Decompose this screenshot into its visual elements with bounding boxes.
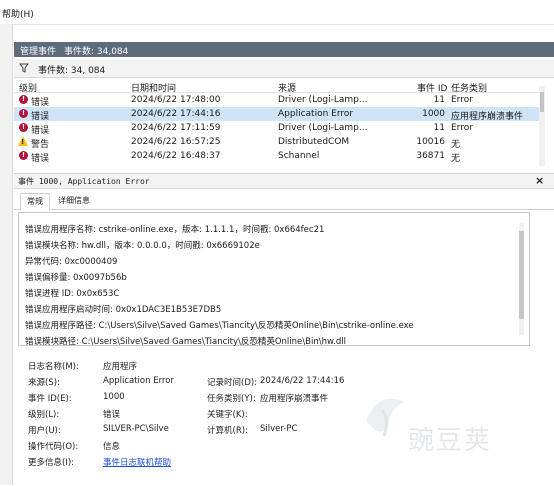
more-info-label: 更多信息(I): xyxy=(28,458,75,468)
table-row[interactable]: ! 警告 2024/6/22 16:57:25 DistributedCOM 10016… xyxy=(14,135,544,150)
detail-title-bar: 事件 1000, Application Error × xyxy=(14,174,554,189)
row-event-id: 36871 xyxy=(416,151,445,161)
online-help-link[interactable]: 事件日志联机帮助 xyxy=(103,456,171,468)
menu-bar: 帮助(H) xyxy=(0,0,554,25)
watermark-text: 豌豆荚 xyxy=(408,426,493,456)
error-icon: ! xyxy=(19,123,28,132)
table-row[interactable]: ! 错误 2024/6/22 17:48:00 Driver (Logi-Lamp..… xyxy=(14,93,544,108)
message-line: 错误应用程序启动时间: 0x0x1DAC3E1B53E7DB5 xyxy=(25,305,222,315)
error-icon: ! xyxy=(19,109,28,118)
scroll-thumb[interactable] xyxy=(540,92,544,112)
row-source: Schannel xyxy=(278,151,320,161)
level-value: 错误 xyxy=(103,410,121,420)
table-header: 级别 日期和时间 来源 事件 ID 任务类别 xyxy=(14,79,544,94)
filter-icon[interactable] xyxy=(19,63,29,73)
row-source: Application Error xyxy=(278,109,354,119)
message-scrollbar[interactable] xyxy=(519,223,524,335)
row-level: 错误 xyxy=(31,154,50,164)
row-task-category: Error xyxy=(451,123,473,133)
filter-count: 事件数: 34, 084 xyxy=(38,66,106,76)
row-datetime: 2024/6/22 17:11:59 xyxy=(131,123,221,133)
detail-title: 事件 1000, Application Error xyxy=(18,177,150,186)
row-event-id: 11 xyxy=(433,123,445,133)
opcode-value: 信息 xyxy=(103,442,121,452)
message-line: 错误模块名称: hw.dll，版本: 0.0.0.0，时间戳: 0x666910… xyxy=(25,241,260,251)
computer-value: Silver-PC xyxy=(260,424,298,434)
table-scrollbar[interactable] xyxy=(539,86,545,166)
user-label: 用户(U): xyxy=(28,426,61,436)
keywords-label: 关键字(K): xyxy=(207,410,248,420)
message-line: 错误应用程序名称: cstrike-online.exe，版本: 1.1.1.1… xyxy=(25,225,325,235)
event-id-value: 1000 xyxy=(103,392,125,402)
row-source: Driver (Logi-Lamp... xyxy=(278,95,368,105)
event-id-label: 事件 ID(E): xyxy=(28,394,72,404)
watermark-logo: 豌豆荚 xyxy=(360,380,550,460)
filter-bar: 事件数: 34, 084 xyxy=(14,59,554,78)
message-scroll-thumb[interactable] xyxy=(519,231,524,319)
task-category-value: 应用程序崩溃事件 xyxy=(260,394,329,404)
logged-value: 2024/6/22 17:44:16 xyxy=(260,376,345,386)
logged-label: 记录时间(D): xyxy=(207,378,258,388)
detail-tabs: 常规 详细信息 xyxy=(14,190,554,211)
message-line: 异常代码: 0xc0000409 xyxy=(25,257,118,267)
log-title: 管理事件 xyxy=(20,47,57,57)
row-event-id: 10016 xyxy=(416,137,445,147)
log-event-count: 事件数: 34,084 xyxy=(64,47,129,57)
message-line: 错误偏移量: 0x0097b56b xyxy=(25,273,127,283)
log-header-bar: 管理事件 事件数: 34,084 xyxy=(14,42,554,57)
event-table: 级别 日期和时间 来源 事件 ID 任务类别 ! 错误 2024/6/22 17:4… xyxy=(14,79,544,167)
table-row[interactable]: ! 错误 2024/6/22 17:11:59 Driver (Logi-Lamp..… xyxy=(14,121,544,136)
menu-help[interactable]: 帮助(H) xyxy=(2,7,34,20)
row-task-category: Error xyxy=(451,95,473,105)
row-datetime: 2024/6/22 17:48:00 xyxy=(131,95,221,105)
log-name-value: 应用程序 xyxy=(103,362,138,372)
warning-icon: ! xyxy=(18,136,28,146)
task-category-label: 任务类别(Y): xyxy=(207,394,256,404)
row-task-category: 无 xyxy=(451,154,461,164)
row-source: Driver (Logi-Lamp... xyxy=(278,123,368,133)
error-icon: ! xyxy=(19,151,28,160)
row-datetime: 2024/6/22 16:57:25 xyxy=(131,137,221,147)
left-panel-edge xyxy=(0,24,13,485)
level-label: 级别(L): xyxy=(28,410,60,420)
opcode-label: 操作代码(O): xyxy=(28,442,79,452)
user-value: SILVER-PC\Silve xyxy=(103,424,169,434)
row-datetime: 2024/6/22 16:48:37 xyxy=(131,151,221,161)
event-message-box[interactable]: 错误应用程序名称: cstrike-online.exe，版本: 1.1.1.1… xyxy=(18,212,530,347)
table-row[interactable]: ! 错误 2024/6/22 16:48:37 Schannel 36871 无 xyxy=(14,149,544,164)
table-row[interactable]: ! 错误 2024/6/22 17:44:16 Application Error 10… xyxy=(14,107,544,122)
row-source: DistributedCOM xyxy=(278,137,350,147)
log-name-label: 日志名称(M): xyxy=(28,362,79,372)
source-value: Application Error xyxy=(103,376,174,386)
close-icon[interactable]: × xyxy=(535,174,544,187)
message-line: 错误进程 ID: 0x0x653C xyxy=(25,289,120,299)
row-datetime: 2024/6/22 17:44:16 xyxy=(131,109,221,119)
source-label: 来源(S): xyxy=(28,378,60,388)
message-line: 错误应用程序路径: C:\Users\Silve\Saved Games\Tia… xyxy=(25,321,414,331)
computer-label: 计算机(R): xyxy=(207,426,248,436)
tab-details[interactable]: 详细信息 xyxy=(52,193,96,209)
tab-general[interactable]: 常规 xyxy=(20,193,50,211)
error-icon: ! xyxy=(19,95,28,104)
row-event-id: 1000 xyxy=(422,109,445,119)
row-event-id: 11 xyxy=(433,95,445,105)
message-line: 错误模块路径: C:\Users\Silve\Saved Games\Tianc… xyxy=(25,337,346,347)
